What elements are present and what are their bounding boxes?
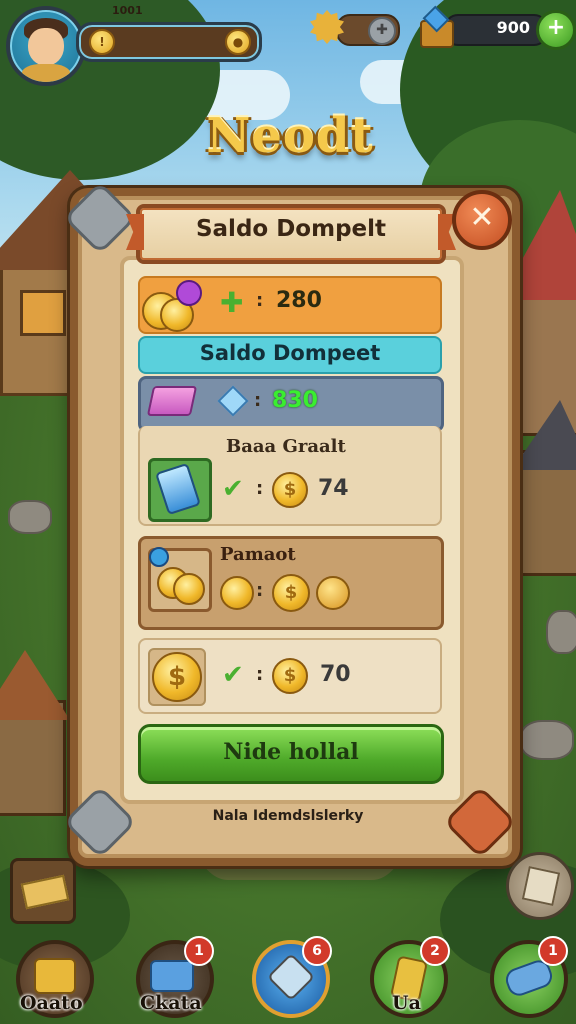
coin-pile-icon xyxy=(148,547,212,612)
coin-icon: $ xyxy=(272,574,310,612)
separator: : xyxy=(256,664,264,685)
row1-value: 280 xyxy=(276,288,322,313)
row4-label: Baaa Graalt xyxy=(226,436,346,457)
nav-label-shop: Oaato xyxy=(20,992,83,1014)
coin-icon: ! xyxy=(89,29,115,55)
nav-label-gold: Ua xyxy=(392,992,421,1014)
add-currency-button[interactable]: + xyxy=(536,10,576,50)
toolbox-icon xyxy=(150,960,194,992)
map-button[interactable] xyxy=(506,852,574,920)
nav-label-stats: Ckata xyxy=(140,992,202,1014)
separator: : xyxy=(256,580,264,601)
coin-icon: $ xyxy=(272,658,308,694)
phone-card-icon xyxy=(148,458,212,522)
avatar-face xyxy=(28,28,64,66)
rock xyxy=(546,610,576,654)
house-right-lower xyxy=(512,400,576,580)
row5-label: Pamaot xyxy=(220,544,296,565)
confirm-button[interactable]: Nide hollal xyxy=(138,724,444,784)
separator: : xyxy=(256,478,264,499)
notification-badge: 2 xyxy=(420,936,450,966)
check-icon: ✔ xyxy=(222,660,244,690)
row3-value: 830 xyxy=(272,388,318,413)
row4-value: 74 xyxy=(318,476,349,501)
notification-badge: 6 xyxy=(302,936,332,966)
rock xyxy=(8,500,52,534)
separator: : xyxy=(254,390,262,411)
experience-bar: ! ● xyxy=(76,22,262,62)
dollar-coin-card: $ xyxy=(148,648,206,706)
cross-icon: ✚ xyxy=(368,17,396,45)
coin-icon[interactable]: ● xyxy=(225,29,251,55)
level-text: 1001 xyxy=(112,4,143,17)
dollar-coin-icon: $ xyxy=(152,652,202,702)
row2-label: Saldo Dompeet xyxy=(199,341,381,365)
game-title: Neodt xyxy=(206,108,374,164)
cash-item-button[interactable] xyxy=(10,858,76,924)
eraser-icon xyxy=(146,386,198,416)
house-left-lower xyxy=(0,640,70,820)
currency-value: 900 xyxy=(496,18,530,37)
notification-badge: 1 xyxy=(184,936,214,966)
settings-pill[interactable]: ✚ xyxy=(336,14,400,46)
close-button[interactable]: ✕ xyxy=(452,190,512,250)
gold-bar-icon xyxy=(34,958,76,994)
separator: : xyxy=(256,290,264,311)
row6-value: 70 xyxy=(320,662,351,687)
coin-stack-icon xyxy=(142,280,202,332)
gear-coin-icon xyxy=(316,576,350,610)
map-icon xyxy=(521,866,561,906)
coin-icon xyxy=(220,576,254,610)
notification-badge: 1 xyxy=(538,936,568,966)
panel-title: Saldo Dompelt xyxy=(195,216,387,242)
footer-note: Nala Idemdslslerky xyxy=(212,808,364,824)
check-icon: ✔ xyxy=(222,474,244,504)
rock xyxy=(520,720,574,760)
treasure-chest-icon[interactable] xyxy=(420,5,454,48)
coin-icon: $ xyxy=(272,472,308,508)
plus-icon: ✚ xyxy=(220,286,244,319)
player-avatar[interactable] xyxy=(6,6,86,86)
